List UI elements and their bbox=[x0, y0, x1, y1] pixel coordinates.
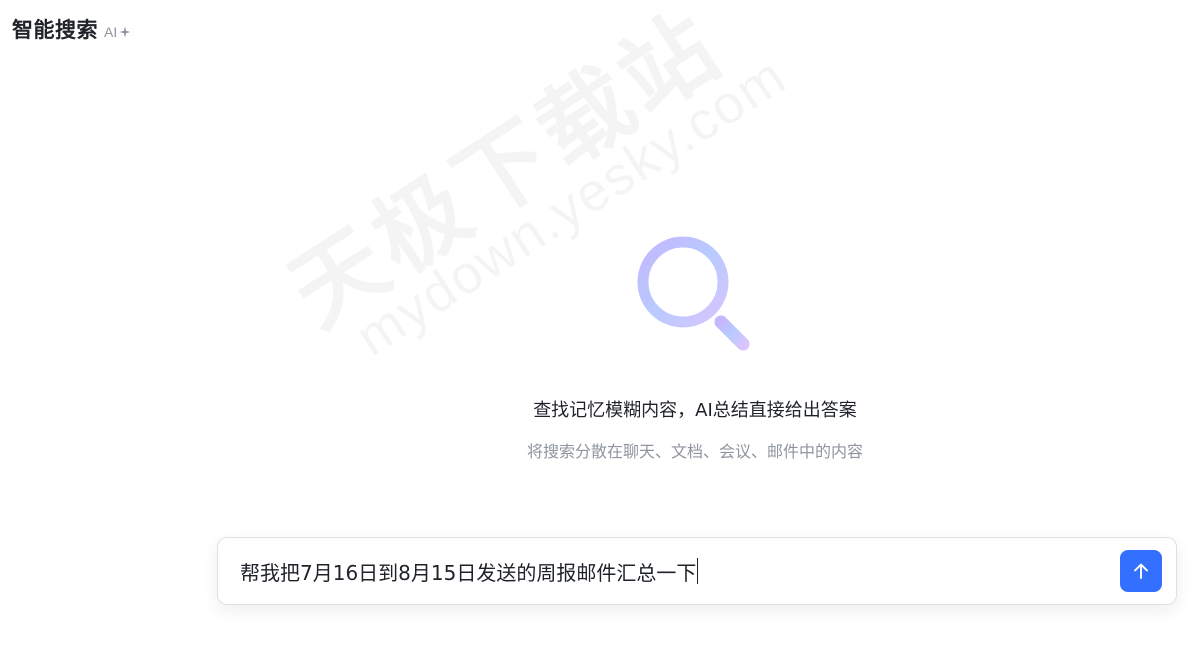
sparkle-icon bbox=[119, 26, 131, 38]
search-input-box[interactable]: 帮我把7月16日到8月15日发送的周报邮件汇总一下 bbox=[217, 537, 1177, 605]
search-input-value: 帮我把7月16日到8月15日发送的周报邮件汇总一下 bbox=[240, 560, 697, 585]
send-button[interactable] bbox=[1120, 550, 1162, 592]
ai-badge-label: AI bbox=[104, 24, 118, 40]
empty-state-heading: 查找记忆模糊内容，AI总结直接给出答案 bbox=[533, 400, 857, 421]
ai-badge: AI bbox=[104, 24, 131, 40]
text-caret bbox=[697, 558, 699, 584]
page-title: 智能搜索 bbox=[12, 18, 98, 42]
arrow-up-icon bbox=[1134, 563, 1148, 579]
smart-search-page: 天极下载站 mydown.yesky.com 智能搜索 AI 查找记忆模糊内容，… bbox=[0, 0, 1200, 665]
magnifier-icon bbox=[637, 236, 750, 351]
empty-state-subheading: 将搜索分散在聊天、文档、会议、邮件中的内容 bbox=[526, 442, 863, 461]
search-input[interactable]: 帮我把7月16日到8月15日发送的周报邮件汇总一下 bbox=[240, 557, 1120, 586]
page-header: 智能搜索 AI bbox=[12, 14, 131, 44]
empty-state: 查找记忆模糊内容，AI总结直接给出答案 将搜索分散在聊天、文档、会议、邮件中的内… bbox=[400, 232, 990, 462]
